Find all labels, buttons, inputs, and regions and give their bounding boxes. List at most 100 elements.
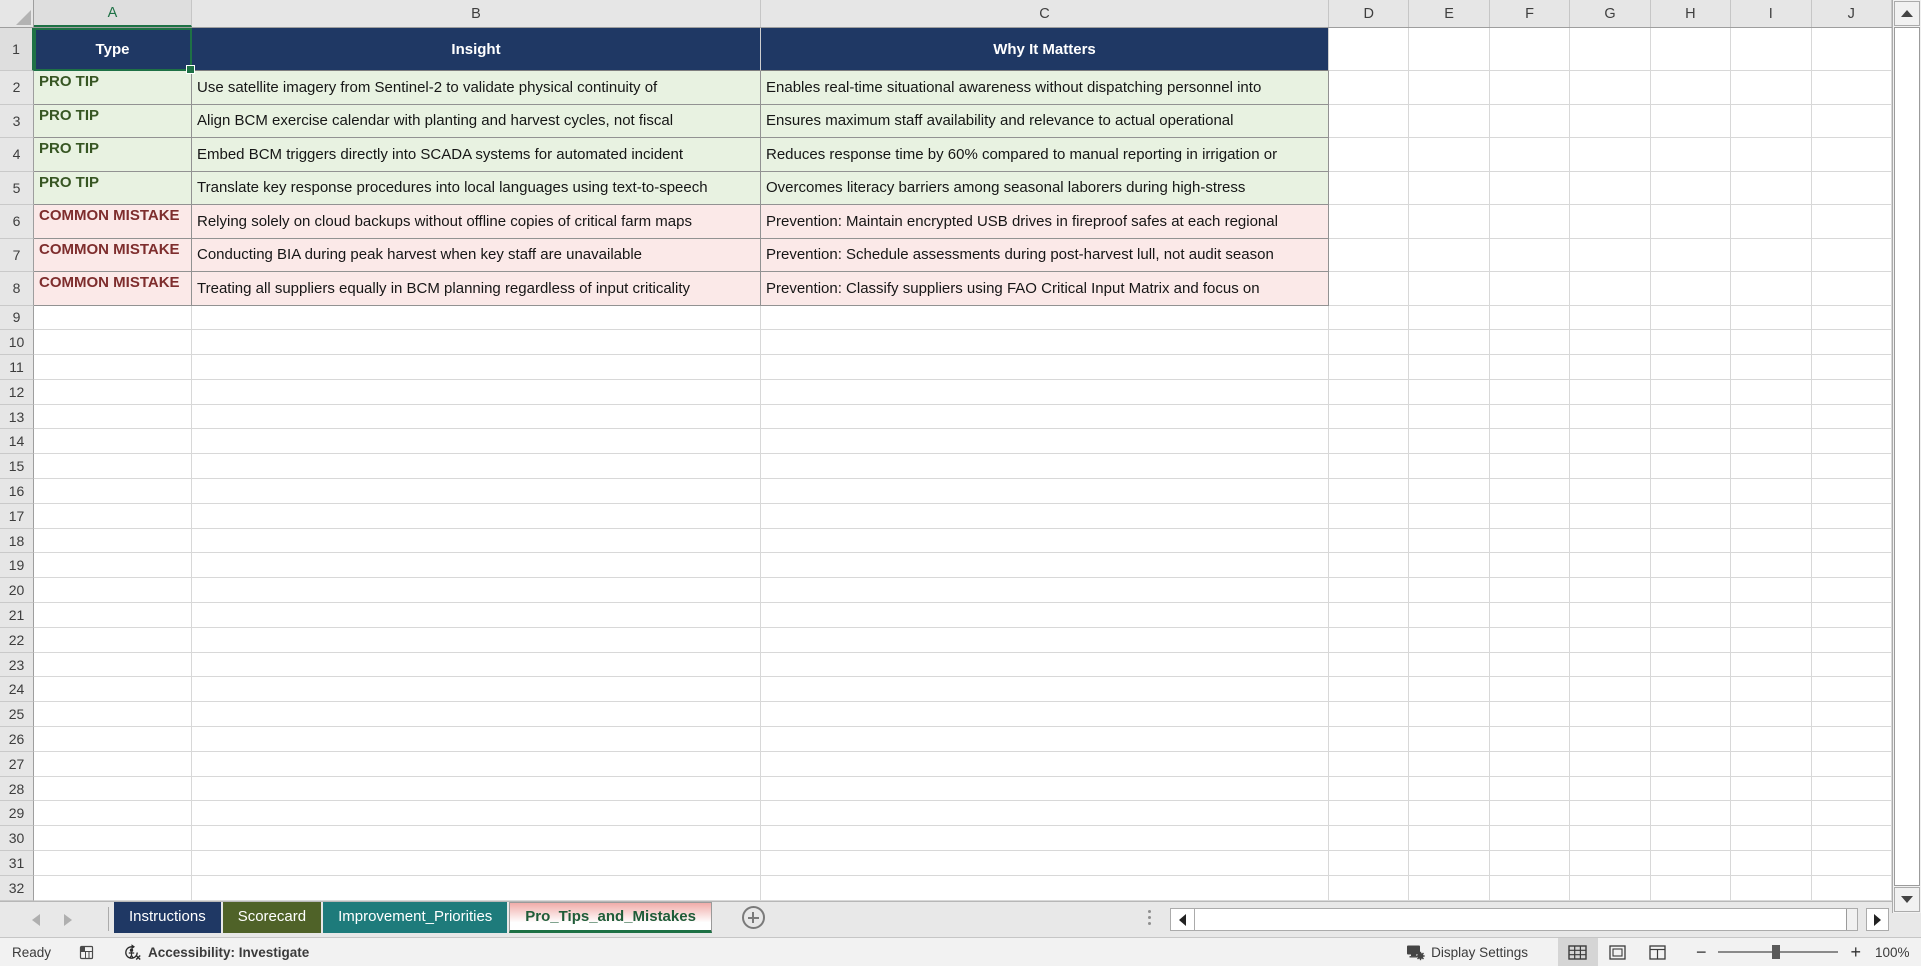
row-header-15[interactable]: 15 [0,454,34,480]
cell-C21[interactable] [761,603,1329,628]
cell-J11[interactable] [1811,355,1892,380]
vertical-scroll-track[interactable] [1893,27,1921,886]
cell-F25[interactable] [1489,702,1571,728]
cell-I13[interactable] [1731,404,1812,430]
cell-F1[interactable] [1489,28,1571,71]
normal-view-button[interactable] [1557,937,1598,966]
cell-E29[interactable] [1409,801,1490,827]
cell-J26[interactable] [1811,727,1892,752]
cell-A24[interactable] [34,677,192,703]
cell-G9[interactable] [1570,305,1651,331]
cell-D28[interactable] [1329,776,1410,802]
cell-G18[interactable] [1570,528,1651,554]
row-header-12[interactable]: 12 [0,379,34,405]
cell-F8[interactable] [1489,272,1571,306]
row-header-20[interactable]: 20 [0,578,34,604]
cell-D9[interactable] [1329,305,1410,331]
cell-B28[interactable] [192,776,761,802]
cell-H6[interactable] [1650,205,1732,239]
cell-G30[interactable] [1570,826,1651,852]
cell-F30[interactable] [1489,826,1571,852]
cell-F27[interactable] [1489,751,1571,777]
cell-F16[interactable] [1489,479,1571,504]
cell-D22[interactable] [1329,627,1410,653]
cell-G17[interactable] [1570,503,1651,529]
cell-F7[interactable] [1489,238,1571,272]
cell-J4[interactable] [1811,138,1892,172]
tab-bar-resize-handle[interactable] [1148,910,1151,925]
cell-I3[interactable] [1731,104,1812,138]
cell-A31[interactable] [34,851,192,876]
cell-B20[interactable] [192,578,761,604]
cell-E22[interactable] [1409,627,1490,653]
column-header-A[interactable]: A [34,0,192,27]
cell-I17[interactable] [1731,503,1812,529]
cell-A18[interactable] [34,528,192,554]
cell-D24[interactable] [1329,677,1410,703]
row-header-14[interactable]: 14 [0,429,34,455]
zoom-slider-thumb[interactable] [1772,945,1781,959]
row-header-30[interactable]: 30 [0,826,34,852]
cell-E11[interactable] [1409,355,1490,380]
cell-I23[interactable] [1731,652,1812,678]
cell-C20[interactable] [761,578,1329,604]
cell-A25[interactable] [34,702,192,728]
cell-I29[interactable] [1731,801,1812,827]
sheet-tab-instructions[interactable]: Instructions [114,902,221,933]
cell-E17[interactable] [1409,503,1490,529]
row-header-32[interactable]: 32 [0,875,34,901]
cell-D26[interactable] [1329,727,1410,752]
cell-B29[interactable] [192,801,761,827]
cell-I25[interactable] [1731,702,1812,728]
cell-G3[interactable] [1570,104,1651,138]
cell-G13[interactable] [1570,404,1651,430]
cell-G29[interactable] [1570,801,1651,827]
cell-H13[interactable] [1650,404,1732,430]
cell-J1[interactable] [1811,28,1892,71]
cell-C22[interactable] [761,627,1329,653]
column-header-F[interactable]: F [1489,0,1571,27]
cell-F17[interactable] [1489,503,1571,529]
scroll-left-button[interactable] [1171,909,1195,930]
cell-A23[interactable] [34,652,192,678]
cell-B23[interactable] [192,652,761,678]
cell-H1[interactable] [1650,28,1732,71]
cell-A9[interactable] [34,305,192,331]
cell-I27[interactable] [1731,751,1812,777]
cell-G6[interactable] [1570,205,1651,239]
row-header-25[interactable]: 25 [0,702,34,728]
cell-G1[interactable] [1570,28,1651,71]
cell-H14[interactable] [1650,429,1732,455]
cell-A7[interactable]: COMMON MISTAKE [34,238,192,272]
row-header-9[interactable]: 9 [0,305,34,331]
cell-C4[interactable]: Reduces response time by 60% compared to… [761,138,1329,172]
cell-B26[interactable] [192,727,761,752]
cell-E14[interactable] [1409,429,1490,455]
cell-H2[interactable] [1650,71,1732,105]
cell-C32[interactable] [761,875,1329,901]
zoom-slider[interactable] [1718,944,1839,960]
cell-J21[interactable] [1811,603,1892,628]
cell-D11[interactable] [1329,355,1410,380]
cell-E25[interactable] [1409,702,1490,728]
cell-C7[interactable]: Prevention: Schedule assessments during … [761,238,1329,272]
row-header-8[interactable]: 8 [0,272,34,306]
column-header-H[interactable]: H [1650,0,1732,27]
cell-H10[interactable] [1650,330,1732,356]
cell-E1[interactable] [1409,28,1490,71]
cell-C16[interactable] [761,479,1329,504]
cell-H26[interactable] [1650,727,1732,752]
row-header-22[interactable]: 22 [0,627,34,653]
cell-J29[interactable] [1811,801,1892,827]
row-header-31[interactable]: 31 [0,851,34,876]
cell-B11[interactable] [192,355,761,380]
cell-J31[interactable] [1811,851,1892,876]
cell-F24[interactable] [1489,677,1571,703]
cell-D6[interactable] [1329,205,1410,239]
cell-I19[interactable] [1731,553,1812,579]
cell-D4[interactable] [1329,138,1410,172]
cell-D3[interactable] [1329,104,1410,138]
cell-C2[interactable]: Enables real-time situational awareness … [761,71,1329,105]
row-header-13[interactable]: 13 [0,404,34,430]
cell-J28[interactable] [1811,776,1892,802]
